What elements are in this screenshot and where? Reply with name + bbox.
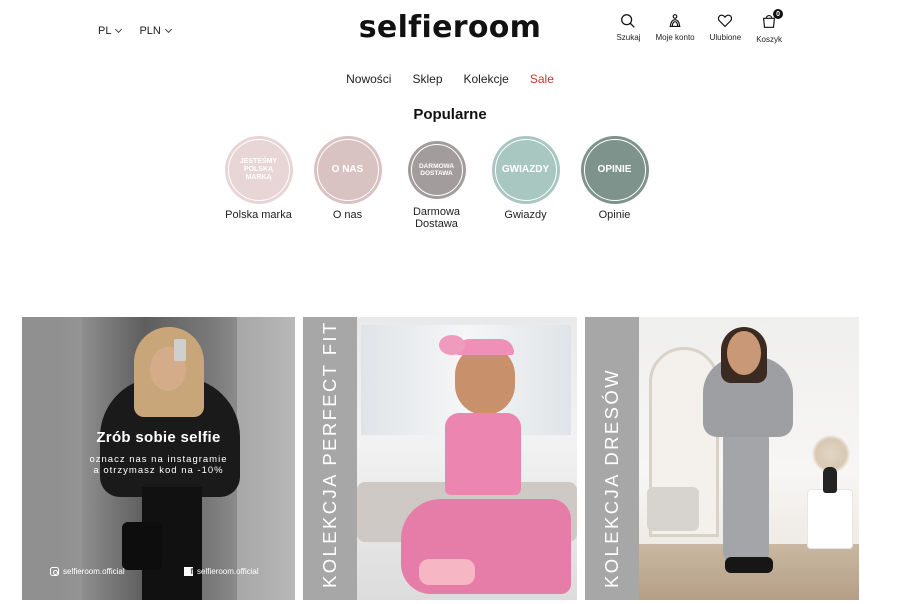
popular-badge-text: GWIAZDY (501, 164, 550, 176)
search-label: Szukaj (616, 33, 641, 42)
facebook-link[interactable]: f selfieroom.official (184, 567, 259, 576)
background-table (807, 489, 853, 549)
header-actions: Szukaj Moje konto Ulubione 0 Koszyk (616, 9, 784, 44)
cart-icon-wrap: 0 (760, 9, 784, 35)
instagram-handle: selfieroom.official (63, 567, 125, 576)
popular-item-label: O nas (332, 209, 363, 221)
popular-title: Popularne (413, 106, 487, 123)
popular-item-label: Darmowa Dostawa (412, 206, 461, 230)
cart-button[interactable]: 0 Koszyk (756, 9, 784, 44)
popular-item-opinie[interactable]: OPINIE Opinie (580, 136, 649, 230)
selfie-banner[interactable]: Zrób sobie selfie oznacz nas na instagra… (22, 317, 295, 600)
selfie-subtitle: oznacz nas na instagramie a otrzymasz ko… (22, 454, 295, 477)
nav-item-sklep[interactable]: Sklep (412, 72, 442, 86)
popular-badge-text: JESTEŚMY POLSKĄ MARKĄ (239, 157, 278, 182)
popular-item-o-nas[interactable]: O NAS O nas (313, 136, 382, 230)
popular-badge-circle: JESTEŚMY POLSKĄ MARKĄ (224, 136, 293, 204)
collection-banners: Zrób sobie selfie oznacz nas na instagra… (22, 317, 859, 600)
model-top (445, 413, 521, 495)
popular-item-label: Gwiazdy (504, 209, 547, 221)
nav-item-nowosci[interactable]: Nowości (346, 72, 391, 86)
popular-item-darmowa-dostawa[interactable]: DARMOWA DOSTAWA Darmowa Dostawa (402, 136, 471, 230)
account-icon (669, 14, 681, 27)
side-strip: KOLEKCJA DRESÓW (585, 317, 639, 600)
facebook-handle: selfieroom.official (197, 567, 259, 576)
background-vase (823, 467, 837, 493)
popular-item-gwiazdy[interactable]: GWIAZDY Gwiazdy (491, 136, 560, 230)
model-scrunchie (439, 335, 465, 355)
model-shoes (725, 557, 773, 573)
model-phone (174, 339, 186, 361)
popular-badge-text: DARMOWA DOSTAWA (418, 162, 455, 177)
perfect-fit-label: KOLEKCJA PERFECT FIT (319, 320, 340, 588)
popular-badge-circle: OPINIE (580, 136, 649, 204)
selfie-title: Zrób sobie selfie (96, 429, 221, 446)
model-sneaker (419, 559, 475, 585)
search-icon (621, 14, 636, 28)
cart-label: Koszyk (756, 35, 782, 44)
model-pants (723, 431, 769, 561)
instagram-icon (50, 567, 59, 576)
popular-item-label: Opinie (598, 209, 631, 221)
model-bag (122, 522, 162, 570)
background-chair (647, 487, 699, 531)
model-face (455, 345, 515, 415)
selfie-subtitle-line: a otrzymasz kod na -10% (93, 465, 224, 477)
heart-icon (718, 14, 733, 28)
wishlist-button[interactable]: Ulubione (709, 12, 742, 44)
perfect-fit-banner[interactable]: KOLEKCJA PERFECT FIT (303, 317, 577, 600)
search-button[interactable]: Szukaj (616, 12, 640, 44)
facebook-icon: f (184, 567, 193, 576)
selfie-subtitle-line: oznacz nas na instagramie (89, 454, 228, 465)
cart-count-badge: 0 (773, 9, 784, 19)
account-button[interactable]: Moje konto (655, 12, 695, 44)
popular-badge-circle: GWIAZDY (491, 136, 560, 204)
account-label: Moje konto (655, 33, 695, 42)
model-face (727, 331, 761, 375)
nav-item-kolekcje[interactable]: Kolekcje (464, 72, 509, 86)
dresy-banner[interactable]: KOLEKCJA DRESÓW (585, 317, 859, 600)
nav-item-sale[interactable]: Sale (530, 72, 554, 86)
popular-item-label: Polska marka (225, 209, 292, 221)
popular-badge-circle: O NAS (313, 136, 382, 204)
wishlist-label: Ulubione (709, 33, 742, 42)
instagram-link[interactable]: selfieroom.official (50, 567, 125, 576)
popular-item-polska-marka[interactable]: JESTEŚMY POLSKĄ MARKĄ Polska marka (224, 136, 293, 230)
popular-badge-text: OPINIE (597, 164, 632, 176)
main-nav: Nowości Sklep Kolekcje Sale (0, 72, 900, 86)
popular-badge-text: O NAS (331, 164, 364, 176)
popular-badge-circle: DARMOWA DOSTAWA (407, 141, 466, 199)
side-strip: KOLEKCJA PERFECT FIT (303, 317, 357, 600)
popular-list: JESTEŚMY POLSKĄ MARKĄ Polska marka O NAS… (224, 136, 649, 230)
dresy-label: KOLEKCJA DRESÓW (601, 367, 622, 588)
